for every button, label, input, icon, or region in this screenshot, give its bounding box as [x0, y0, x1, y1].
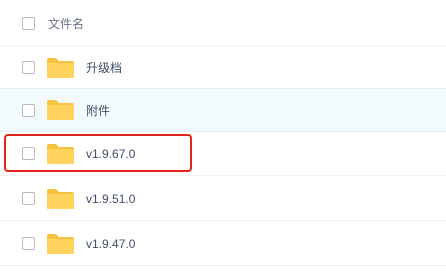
row-checkbox[interactable] — [22, 103, 35, 117]
file-name[interactable]: v1.9.67.0 — [86, 147, 135, 161]
file-name[interactable]: v1.9.51.0 — [86, 192, 135, 206]
column-header-filename[interactable]: 文件名 — [48, 15, 84, 32]
folder-icon — [47, 143, 74, 164]
select-all-checkbox[interactable] — [22, 17, 35, 30]
file-row[interactable]: 附件 — [0, 88, 446, 132]
file-list-header: 文件名 — [0, 2, 446, 46]
row-checkbox[interactable] — [22, 192, 35, 205]
row-checkbox[interactable] — [22, 147, 35, 160]
folder-icon — [47, 57, 74, 78]
row-checkbox[interactable] — [22, 237, 35, 250]
file-list: 文件名 升级档 附件 v1.9.67.0 v1.9.51.0 v1.9.47.0 — [0, 0, 446, 273]
folder-icon — [47, 188, 74, 209]
folder-icon — [47, 100, 74, 120]
row-checkbox[interactable] — [22, 61, 35, 74]
file-row[interactable]: v1.9.67.0 — [0, 132, 446, 176]
file-row[interactable]: v1.9.47.0 — [0, 222, 446, 266]
file-row[interactable]: v1.9.51.0 — [0, 177, 446, 221]
file-row[interactable]: 升级档 — [0, 46, 446, 90]
file-name[interactable]: 附件 — [86, 102, 110, 119]
folder-icon — [47, 233, 74, 254]
file-name[interactable]: v1.9.47.0 — [86, 237, 135, 251]
file-name[interactable]: 升级档 — [86, 59, 122, 76]
